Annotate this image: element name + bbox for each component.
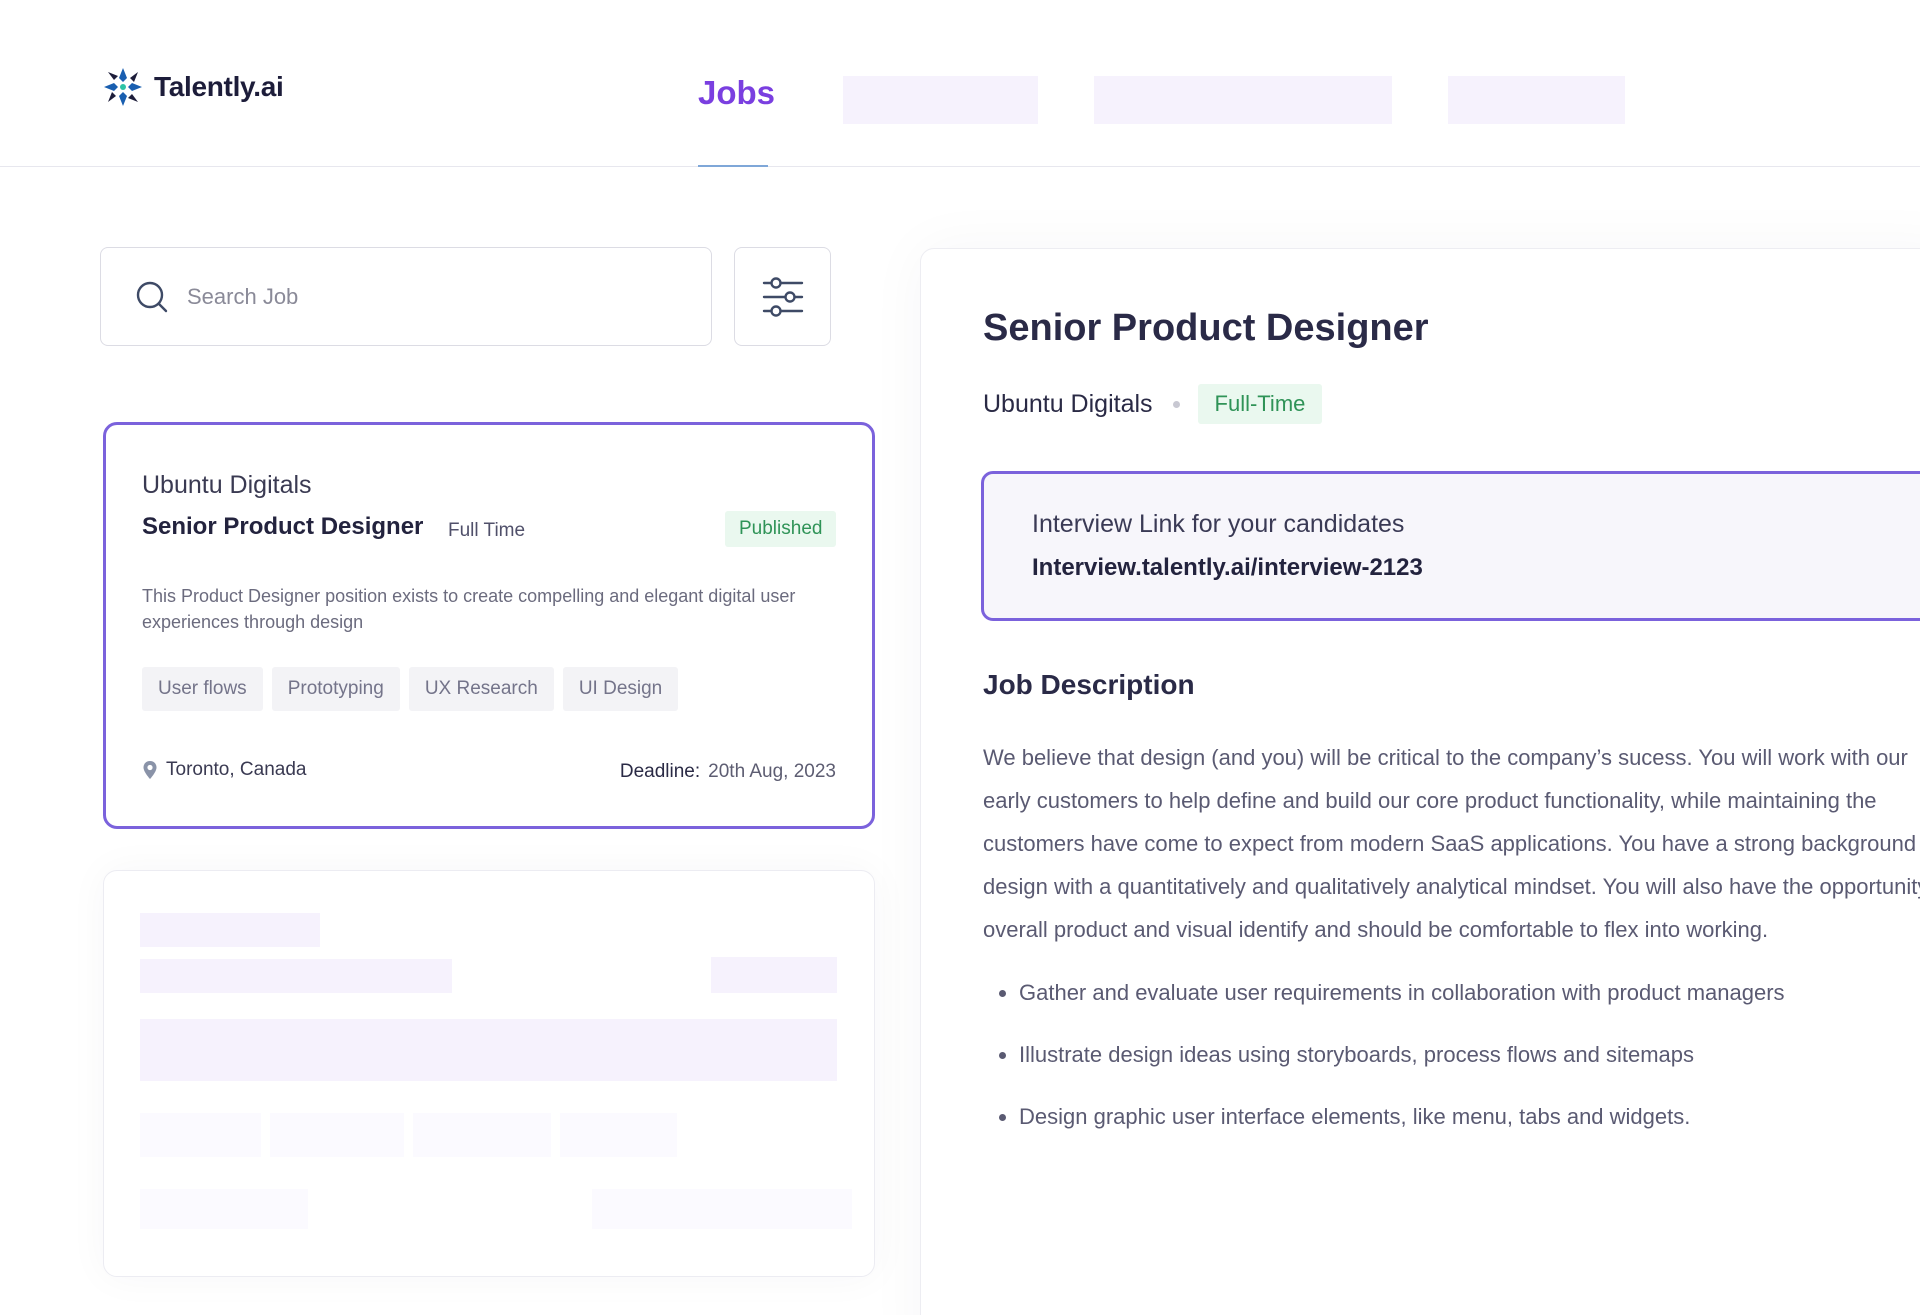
skeleton-tag xyxy=(560,1113,677,1157)
description-line: customers have come to expect from moder… xyxy=(983,831,1917,856)
job-description-body: We believe that design (and you) will be… xyxy=(983,736,1920,951)
job-card-skeleton xyxy=(103,870,875,1277)
skill-tag: UX Research xyxy=(408,667,554,711)
skeleton-tag xyxy=(270,1113,404,1157)
list-item: Illustrate design ideas using storyboard… xyxy=(999,1036,1785,1098)
interview-link-url[interactable]: Interview.talently.ai/interview-2123 xyxy=(1032,554,1423,582)
job-card-location: Toronto, Canada xyxy=(142,759,307,781)
interview-link-box[interactable]: Interview Link for your candidates Inter… xyxy=(981,471,1920,621)
responsibilities-list: Gather and evaluate user requirements in… xyxy=(999,974,1785,1160)
sliders-icon xyxy=(762,276,803,317)
skill-tag: Prototyping xyxy=(271,667,400,711)
skeleton-line xyxy=(592,1189,852,1229)
interview-link-label: Interview Link for your candidates xyxy=(1032,510,1405,538)
description-line: We believe that design (and you) will be… xyxy=(983,745,1908,770)
nav-tab-placeholder-1[interactable] xyxy=(843,76,1038,124)
skeleton-block xyxy=(140,1019,837,1081)
separator-dot xyxy=(1172,400,1180,408)
job-description-heading: Job Description xyxy=(983,669,1195,700)
nav-active-indicator xyxy=(698,165,768,167)
nav-tab-placeholder-3[interactable] xyxy=(1448,76,1625,124)
skeleton-badge xyxy=(711,957,837,993)
employment-type-badge: Full-Time xyxy=(1197,384,1323,424)
deadline-value: 20th Aug, 2023 xyxy=(708,761,836,782)
skill-tag: User flows xyxy=(142,667,263,711)
job-card-description: This Product Designer position exists to… xyxy=(142,586,796,632)
top-header: Talently.ai Jobs xyxy=(0,0,1920,167)
list-item: Gather and evaluate user requirements in… xyxy=(999,974,1785,1036)
detail-company: Ubuntu Digitals xyxy=(983,389,1153,418)
description-line: design with a quantitatively and qualita… xyxy=(983,874,1920,899)
location-text: Toronto, Canada xyxy=(166,759,307,780)
nav-tab-jobs[interactable]: Jobs xyxy=(698,74,775,112)
job-card-title: Senior Product Designer xyxy=(142,513,424,540)
location-pin-icon xyxy=(143,761,157,779)
description-line: early customers to help define and build… xyxy=(983,788,1877,813)
detail-meta: Ubuntu Digitals Full-Time xyxy=(983,384,1323,424)
job-card-tags: User flows Prototyping UX Research UI De… xyxy=(142,667,679,711)
skeleton-line xyxy=(140,1189,308,1229)
job-card-deadline: Deadline: 20th Aug, 2023 xyxy=(620,761,836,783)
search-icon xyxy=(136,281,168,312)
detail-title: Senior Product Designer xyxy=(983,307,1429,349)
status-badge: Published xyxy=(725,511,837,547)
skeleton-tag xyxy=(140,1113,261,1157)
description-line: overall product and visual identify and … xyxy=(983,917,1769,942)
search-box[interactable] xyxy=(100,247,712,346)
filter-button[interactable] xyxy=(734,247,831,346)
job-card-type: Full Time xyxy=(448,520,526,541)
skeleton-line xyxy=(140,959,452,993)
job-detail-panel: Senior Product Designer Ubuntu Digitals … xyxy=(920,248,1920,1315)
job-card-selected[interactable]: Ubuntu Digitals Senior Product Designer … xyxy=(103,422,875,829)
logo[interactable]: Talently.ai xyxy=(100,64,284,110)
skeleton-line xyxy=(140,913,320,947)
logo-text: Talently.ai xyxy=(154,71,284,102)
talently-logo-icon xyxy=(104,68,142,106)
list-item: Design graphic user interface elements, … xyxy=(999,1098,1785,1160)
deadline-label: Deadline: xyxy=(619,761,701,782)
skill-tag: UI Design xyxy=(562,667,679,711)
skeleton-tag xyxy=(413,1113,551,1157)
search-input[interactable] xyxy=(187,283,667,310)
job-card-company: Ubuntu Digitals xyxy=(142,471,312,499)
nav-tab-placeholder-2[interactable] xyxy=(1094,76,1392,124)
